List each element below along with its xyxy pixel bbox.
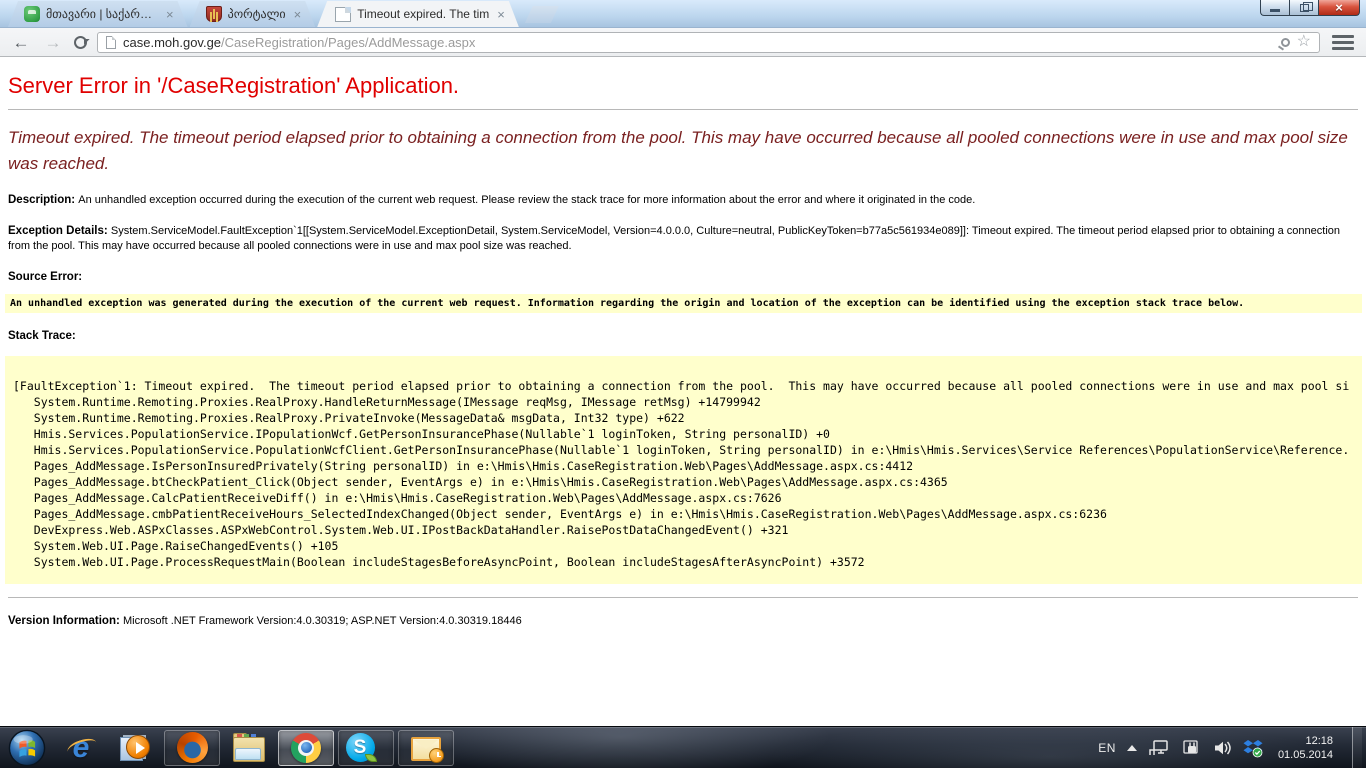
restore-button[interactable] (1289, 0, 1318, 16)
version-text: Microsoft .NET Framework Version:4.0.303… (123, 615, 522, 627)
tab-close-icon[interactable]: × (166, 8, 174, 21)
error-title: Server Error in '/CaseRegistration' Appl… (8, 57, 1358, 99)
source-error-box: An unhandled exception was generated dur… (5, 294, 1362, 313)
taskbar-item-outlook[interactable] (398, 730, 454, 766)
error-page: Server Error in '/CaseRegistration' Appl… (0, 57, 1366, 725)
system-tray: EN (1098, 727, 1366, 768)
url-bar[interactable]: case.moh.gov.ge/CaseRegistration/Pages/A… (97, 32, 1320, 53)
taskbar-item-firefox[interactable] (164, 730, 220, 766)
clock-date: 01.05.2014 (1278, 748, 1333, 762)
exception-label: Exception Details: (8, 225, 111, 237)
clock-time: 12:18 (1278, 734, 1333, 748)
tab-title: პორტალი (228, 7, 286, 21)
show-hidden-icons-button[interactable] (1127, 745, 1137, 751)
url-host: case.moh.gov.ge (123, 35, 221, 50)
taskbar: e S EN (0, 726, 1366, 768)
taskbar-item-media-player[interactable] (108, 727, 162, 768)
source-error-label: Source Error: (8, 271, 82, 283)
browser-toolbar: ← → case.moh.gov.ge/CaseRegistration/Pag… (0, 28, 1366, 57)
new-tab-button[interactable] (525, 6, 559, 23)
close-window-button[interactable]: × (1318, 0, 1360, 16)
version-row: Version Information: Microsoft .NET Fram… (8, 614, 1358, 629)
url-path: /CaseRegistration/Pages/AddMessage.aspx (221, 35, 475, 50)
source-error-row: Source Error: (8, 270, 1358, 285)
dropbox-icon[interactable] (1243, 738, 1263, 758)
folder-icon (233, 737, 265, 762)
internet-explorer-icon: e (73, 731, 90, 765)
tab-close-icon[interactable]: × (497, 8, 505, 21)
stack-trace-box: [FaultException`1: Timeout expired. The … (5, 356, 1362, 584)
emblem-favicon-icon (206, 6, 222, 22)
tab-close-icon[interactable]: × (294, 8, 302, 21)
language-indicator[interactable]: EN (1098, 741, 1116, 755)
tab-title: Timeout expired. The tim (357, 7, 489, 21)
taskbar-item-chrome[interactable] (278, 730, 334, 766)
show-desktop-button[interactable] (1352, 727, 1362, 768)
divider (8, 597, 1358, 598)
browser-tab-strip: მთავარი | საქართველო × პორტალი × Timeout… (0, 0, 1366, 28)
speaker-icon[interactable] (1212, 739, 1232, 757)
minimize-button[interactable] (1260, 0, 1289, 16)
stack-trace-row: Stack Trace: (8, 329, 1358, 344)
back-button[interactable]: ← (10, 34, 32, 51)
url-text: case.moh.gov.ge/CaseRegistration/Pages/A… (123, 35, 475, 50)
description-row: Description: An unhandled exception occu… (8, 193, 1358, 208)
search-icon[interactable] (1281, 38, 1290, 47)
description-text: An unhandled exception occurred during t… (78, 194, 975, 206)
taskbar-clock[interactable]: 12:18 01.05.2014 (1274, 734, 1333, 762)
tab-timeout-expired[interactable]: Timeout expired. The tim × (317, 1, 519, 27)
description-label: Description: (8, 194, 78, 206)
power-plug-icon[interactable] (1181, 739, 1201, 757)
page-icon (106, 36, 116, 49)
taskbar-item-internet-explorer[interactable]: e (54, 727, 108, 768)
start-button[interactable] (0, 727, 54, 768)
firefox-icon (177, 732, 208, 763)
generic-page-favicon-icon (335, 7, 351, 22)
desktop: მთავარი | საქართველო × პორტალი × Timeout… (0, 0, 1366, 768)
windows-logo-icon (8, 729, 46, 767)
restore-icon (1300, 4, 1309, 12)
exception-row: Exception Details: System.ServiceModel.F… (8, 224, 1358, 254)
chrome-icon (291, 733, 321, 763)
bookmark-star-icon[interactable]: ☆ (1297, 34, 1311, 50)
exception-text: System.ServiceModel.FaultException`1[[Sy… (8, 225, 1340, 252)
divider (8, 109, 1358, 110)
chrome-menu-button[interactable] (1330, 33, 1356, 52)
taskbar-item-skype[interactable]: S (338, 730, 394, 766)
tab-mtavari[interactable]: მთავარი | საქართველო × (8, 1, 188, 27)
reload-button[interactable] (74, 36, 87, 49)
health-portal-favicon-icon (24, 6, 40, 22)
error-subtitle: Timeout expired. The timeout period elap… (8, 125, 1358, 177)
media-player-icon (120, 733, 150, 763)
taskbar-item-explorer[interactable] (222, 727, 276, 768)
version-label: Version Information: (8, 615, 123, 627)
minimize-icon (1270, 9, 1280, 12)
tab-title: მთავარი | საქართველო (46, 7, 158, 21)
network-icon[interactable] (1148, 739, 1170, 757)
tab-portali[interactable]: პორტალი × (190, 1, 316, 27)
forward-button[interactable]: → (42, 34, 64, 51)
window-controls: × (1260, 0, 1360, 16)
stack-trace-label: Stack Trace: (8, 330, 76, 342)
outlook-icon (411, 737, 441, 761)
